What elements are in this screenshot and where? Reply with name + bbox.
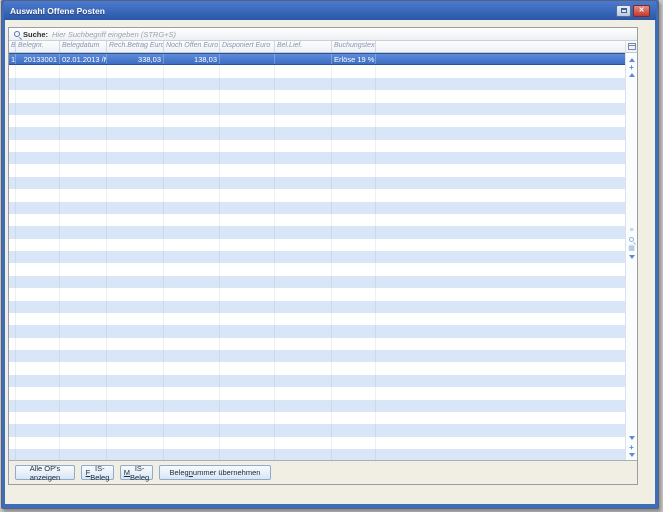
table-row [9,338,625,350]
column-chooser-icon [628,43,636,50]
nav-group-bottom: + [626,436,637,457]
titlebar[interactable]: Auswahl Offene Posten ✕ [4,1,656,20]
table-row [9,263,625,275]
cell-nochoffen: 138,03 [164,54,220,64]
table-row [9,362,625,374]
cell-bellief [275,54,332,64]
nav-group-top: + [626,56,637,77]
scroll-up-icon[interactable] [629,73,635,77]
table-row [9,103,625,115]
nav-group-middle: ≡ ▦ [626,227,637,259]
column-header-nochoffen[interactable]: Noch Offen Euro [164,41,220,52]
table-row [9,239,625,251]
restore-icon [621,8,627,13]
column-header-filler [376,41,625,52]
cell-belegdatum: 02.01.2013 /Mi [60,54,107,64]
column-header-b[interactable]: B [9,41,16,52]
table-row [9,152,625,164]
search-input[interactable] [52,29,372,39]
window-title: Auswahl Offene Posten [10,6,105,16]
table-row [9,387,625,399]
scroll-to-bottom-icon[interactable] [629,436,635,442]
column-chooser-button[interactable] [626,41,637,53]
button-bar: Alle OP's anzeigen FIS-Beleg MIS-Beleg B… [9,460,637,484]
table-row [9,202,625,214]
table-row [9,437,625,449]
table-row [9,313,625,325]
cell-buchungstext: Erlöse 19 % USt [332,54,376,64]
column-header-belegnr[interactable]: Belegnr. [16,41,60,52]
table-row [9,251,625,263]
column-header-buchungstext[interactable]: Buchungstext [332,41,376,52]
table-row [9,449,625,460]
scroll-to-top-icon[interactable] [629,56,635,62]
table-row [9,214,625,226]
close-icon: ✕ [639,7,645,14]
scroll-down-icon[interactable] [629,453,635,457]
table-row [9,350,625,362]
search-label: Suche: [23,30,48,39]
fis-beleg-button[interactable]: FIS-Beleg [81,465,114,480]
window-frame: Auswahl Offene Posten ✕ Suche: [1,0,659,509]
table-row [9,140,625,152]
table-row [9,177,625,189]
nav-plus-icon[interactable]: + [629,65,634,70]
cell-rownum: 1 [9,54,16,64]
table-row [9,115,625,127]
take-document-number-button[interactable]: Belegnummer übernehmen [159,465,271,480]
grid-view-icon[interactable]: ▦ [628,245,635,252]
close-button[interactable]: ✕ [633,5,650,17]
table-row [9,301,625,313]
column-header-rechbetrag[interactable]: Rech.Betrag Euro [107,41,164,52]
column-header-disponiert[interactable]: Disponiert Euro [220,41,275,52]
show-all-ops-button[interactable]: Alle OP's anzeigen [15,465,75,480]
table-row [9,412,625,424]
table-row [9,189,625,201]
table-row [9,424,625,436]
cell-filler [376,54,625,64]
search-bar: Suche: [9,28,637,41]
restore-button[interactable] [616,5,631,17]
table-row [9,288,625,300]
nav-plus-bottom-icon[interactable]: + [629,445,634,450]
table-body-empty [9,65,625,460]
main-panel: Suche: B Belegnr. Belegdatum Rech.Betrag… [8,27,638,485]
table-row [9,127,625,139]
search-icon[interactable] [14,31,20,37]
table-row [9,164,625,176]
grip-icon[interactable]: ≡ [629,227,633,234]
table-row [9,375,625,387]
table-row [9,276,625,288]
table-row [9,65,625,77]
app-window: Auswahl Offene Posten ✕ Suche: [0,0,663,512]
table-row [9,400,625,412]
window-body: Auswahl Offene Posten ✕ Suche: [5,3,655,504]
data-grid: B Belegnr. Belegdatum Rech.Betrag Euro N… [9,41,625,460]
cell-rechbetrag: 338,03 [107,54,164,64]
filter-icon[interactable] [629,255,635,259]
grid-header: B Belegnr. Belegdatum Rech.Betrag Euro N… [9,41,625,53]
cell-disponiert [220,54,275,64]
table-row [9,90,625,102]
cell-belegnr: 20133001 [16,54,60,64]
column-header-belegdatum[interactable]: Belegdatum [60,41,107,52]
table-row [9,78,625,90]
column-header-bellief[interactable]: Bel.Lief. [275,41,332,52]
table-row-selected[interactable]: 1 20133001 02.01.2013 /Mi 338,03 138,03 … [9,53,625,65]
table-row [9,226,625,238]
zoom-icon[interactable] [629,237,634,242]
table-row [9,325,625,337]
window-controls: ✕ [616,5,650,17]
mis-beleg-button[interactable]: MIS-Beleg [120,465,153,480]
scroll-strip[interactable]: + ≡ ▦ + [625,41,637,460]
